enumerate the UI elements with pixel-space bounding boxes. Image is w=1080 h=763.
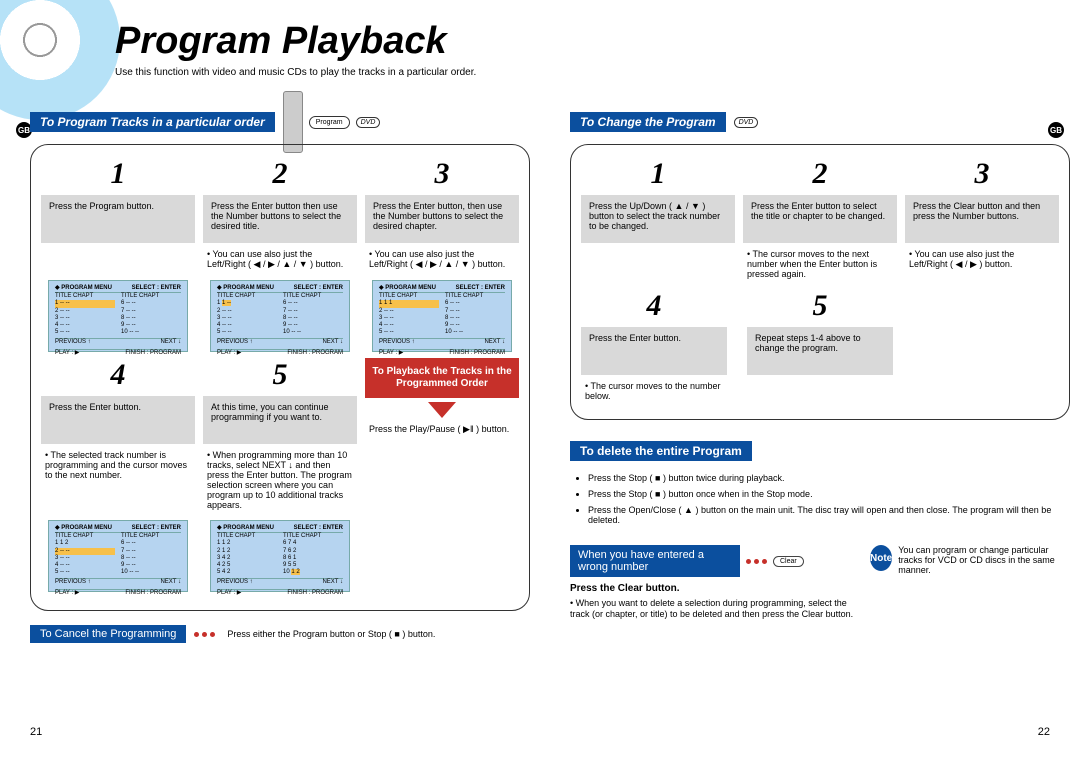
left-section-header: To Program Tracks in a particular order (30, 112, 275, 132)
dots-icon (194, 632, 215, 637)
step4-tip: • The selected track number is programmi… (41, 450, 195, 480)
program-oval-icon: Program (309, 116, 350, 129)
step3-num: 3 (365, 157, 519, 191)
page-number-right: 22 (1038, 726, 1050, 738)
step5-num: 5 (203, 358, 357, 392)
rstep3-text: Press the Clear button and then press th… (905, 195, 1059, 243)
step2-num: 2 (203, 157, 357, 191)
delete-item: Press the Stop ( ■ ) button once when in… (588, 489, 1062, 499)
delete-list: Press the Stop ( ■ ) button twice during… (570, 469, 1070, 525)
dvd-badge: DVD (356, 117, 381, 128)
subtitle: Use this function with video and music C… (115, 67, 476, 78)
step4-text: Press the Enter button. (41, 396, 195, 444)
wrong-number-label: When you have entered a wrong number (570, 545, 740, 577)
step2-text: Press the Enter button then use the Numb… (203, 195, 357, 243)
osd-screen: ◆ PROGRAM MENUSELECT : ENTER TITLE CHAPT… (372, 280, 512, 352)
delete-header: To delete the entire Program (570, 441, 752, 461)
delete-item: Press the Stop ( ■ ) button twice during… (588, 473, 1062, 483)
clear-button-icon: Clear (773, 556, 804, 567)
cancel-text: Press either the Program button or Stop … (223, 629, 439, 639)
right-section-header: To Change the Program (570, 112, 726, 132)
rstep2-tip: • The cursor moves to the next number wh… (743, 249, 897, 279)
step2-tip: • You can use also just the Left/Right (… (203, 249, 357, 270)
left-panel: 1 Press the Program button. 2 Press the … (30, 144, 530, 611)
playback-order-box: To Playback the Tracks in the Programmed… (365, 358, 519, 398)
down-arrow-icon (428, 402, 456, 418)
rstep4-text: Press the Enter button. (581, 327, 727, 375)
step5-tip: • When programming more than 10 tracks, … (203, 450, 357, 510)
right-panel: 1 Press the Up/Down ( ▲ / ▼ ) button to … (570, 144, 1070, 420)
rstep1-text: Press the Up/Down ( ▲ / ▼ ) button to se… (581, 195, 735, 243)
rstep2-text: Press the Enter button to select the tit… (743, 195, 897, 243)
osd-screen: ◆ PROGRAM MENUSELECT : ENTER TITLE CHAPT… (48, 520, 188, 592)
note-text: You can program or change particular tra… (898, 545, 1070, 575)
disc-icon (0, 0, 120, 120)
step3-tip: • You can use also just the Left/Right (… (365, 249, 519, 270)
rstep4-num: 4 (581, 289, 727, 323)
osd-screen: ◆ PROGRAM MENUSELECT : ENTER TITLE CHAPT… (210, 280, 350, 352)
page-title: Program Playback (115, 20, 476, 63)
rstep3-num: 3 (905, 157, 1059, 191)
dots-icon (746, 559, 767, 564)
dvd-badge: DVD (734, 117, 759, 128)
osd-screen: ◆ PROGRAM MENUSELECT : ENTER TITLE CHAPT… (210, 520, 350, 592)
press-clear-heading: Press the Clear button. (570, 583, 862, 594)
rstep4-tip: • The cursor moves to the number below. (581, 381, 727, 401)
rstep2-num: 2 (743, 157, 897, 191)
press-clear-text: • When you want to delete a selection du… (570, 598, 862, 620)
step4-num: 4 (41, 358, 195, 392)
playpause-text: Press the Play/Pause ( ▶ǁ ) button. (365, 424, 519, 435)
cancel-label: To Cancel the Programming (30, 625, 186, 643)
rstep5-num: 5 (747, 289, 893, 323)
note-badge: Note (870, 545, 892, 571)
osd-screen: ◆ PROGRAM MENUSELECT : ENTER TITLE CHAPT… (48, 280, 188, 352)
step1-num: 1 (41, 157, 195, 191)
rstep3-tip: • You can use also just the Left/Right (… (905, 249, 1059, 270)
rstep1-num: 1 (581, 157, 735, 191)
page-number-left: 21 (30, 726, 42, 738)
step5-text: At this time, you can continue programmi… (203, 396, 357, 444)
step3-text: Press the Enter button, then use the Num… (365, 195, 519, 243)
rstep5-text: Repeat steps 1-4 above to change the pro… (747, 327, 893, 375)
delete-item: Press the Open/Close ( ▲ ) button on the… (588, 505, 1062, 525)
step1-text: Press the Program button. (41, 195, 195, 243)
